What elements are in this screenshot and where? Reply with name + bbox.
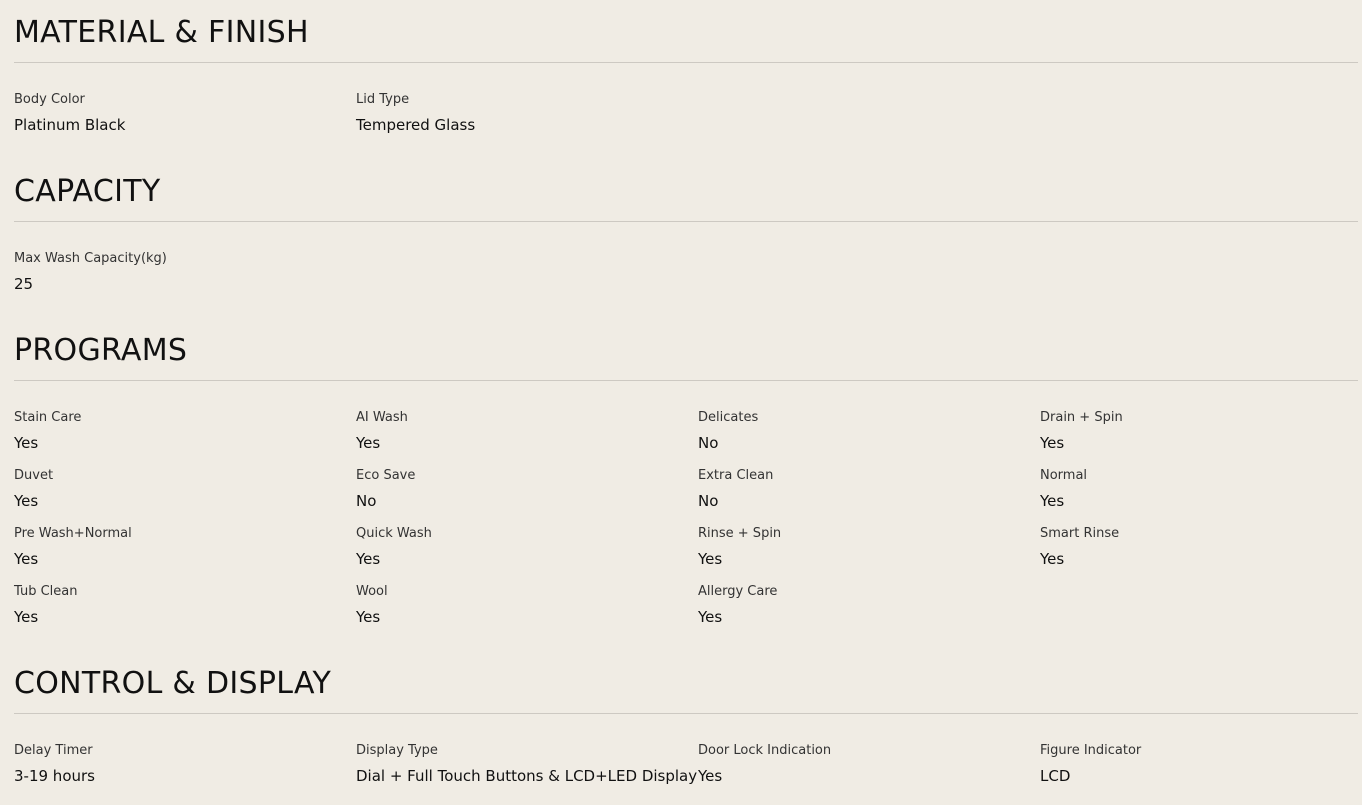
spec-drain-spin: Drain + Spin Yes: [1040, 408, 1358, 466]
spec-value: 3-19 hours: [14, 767, 95, 785]
spec-pre-wash-normal: Pre Wash+Normal Yes: [14, 524, 356, 582]
section-title: CONTROL & DISPLAY: [14, 666, 332, 701]
spec-label: Lid Type: [356, 92, 410, 107]
spec-delay-timer: Delay Timer 3-19 hours: [14, 741, 356, 799]
spec-label: Body Color: [14, 92, 85, 107]
spec-value: Tempered Glass: [356, 116, 476, 134]
section-title: PROGRAMS: [14, 333, 188, 368]
spec-duvet: Duvet Yes: [14, 466, 356, 524]
spec-wool: Wool Yes: [356, 582, 698, 640]
spec-value: Yes: [1040, 550, 1065, 568]
spec-label: Wool: [356, 584, 388, 599]
spec-label: Rinse + Spin: [698, 526, 782, 541]
spec-label: Eco Save: [356, 468, 416, 483]
spec-label: Door Lock Indication: [698, 743, 832, 758]
spec-label: Tub Clean: [14, 584, 78, 599]
spec-value: Yes: [698, 608, 723, 626]
spec-grid: Stain Care Yes AI Wash Yes Delicates No …: [14, 408, 1358, 640]
spec-delicates: Delicates No: [698, 408, 1040, 466]
section-divider: [14, 380, 1358, 381]
spec-grid: Delay Timer 3-19 hours Display Type Dial…: [14, 741, 1358, 799]
spec-value: LCD: [1040, 767, 1071, 785]
section-title: CAPACITY: [14, 174, 161, 209]
section-divider: [14, 713, 1358, 714]
section-title: MATERIAL & FINISH: [14, 15, 309, 50]
spec-label: Allergy Care: [698, 584, 778, 599]
spec-value: 25: [14, 275, 34, 293]
spec-quick-wash: Quick Wash Yes: [356, 524, 698, 582]
spec-value: No: [698, 492, 719, 510]
spec-value: Yes: [14, 492, 39, 510]
spec-label: Drain + Spin: [1040, 410, 1123, 425]
section-programs: PROGRAMS Stain Care Yes AI Wash Yes Deli…: [14, 331, 1358, 640]
spec-extra-clean: Extra Clean No: [698, 466, 1040, 524]
spec-rinse-spin: Rinse + Spin Yes: [698, 524, 1040, 582]
spec-lid-type: Lid Type Tempered Glass: [356, 90, 698, 148]
spec-value: Yes: [698, 550, 723, 568]
spec-label: Max Wash Capacity(kg): [14, 251, 167, 266]
spec-label: Delay Timer: [14, 743, 93, 758]
section-material-finish: MATERIAL & FINISH Body Color Platinum Bl…: [14, 13, 1358, 148]
spec-eco-save: Eco Save No: [356, 466, 698, 524]
spec-value: Yes: [356, 608, 381, 626]
spec-value: Dial + Full Touch Buttons & LCD+LED Disp…: [356, 767, 698, 785]
spec-label: Figure Indicator: [1040, 743, 1142, 758]
spec-max-wash-capacity: Max Wash Capacity(kg) 25: [14, 249, 356, 307]
spec-value: Yes: [14, 550, 39, 568]
spec-stain-care: Stain Care Yes: [14, 408, 356, 466]
section-control-display: CONTROL & DISPLAY Delay Timer 3-19 hours…: [14, 664, 1358, 799]
spec-value: Platinum Black: [14, 116, 126, 134]
spec-figure-indicator: Figure Indicator LCD: [1040, 741, 1358, 799]
spec-label: Duvet: [14, 468, 54, 483]
spec-grid: Max Wash Capacity(kg) 25: [14, 249, 1358, 307]
spec-value: Yes: [14, 434, 39, 452]
spec-body-color: Body Color Platinum Black: [14, 90, 356, 148]
spec-display-type: Display Type Dial + Full Touch Buttons &…: [356, 741, 698, 799]
spec-normal: Normal Yes: [1040, 466, 1358, 524]
section-divider: [14, 221, 1358, 222]
spec-value: Yes: [14, 608, 39, 626]
spec-smart-rinse: Smart Rinse Yes: [1040, 524, 1358, 582]
spec-label: Quick Wash: [356, 526, 432, 541]
spec-value: Yes: [356, 550, 381, 568]
spec-label: AI Wash: [356, 410, 408, 425]
spec-value: Yes: [356, 434, 381, 452]
section-capacity: CAPACITY Max Wash Capacity(kg) 25: [14, 172, 1358, 307]
spec-label: Display Type: [356, 743, 438, 758]
spec-label: Smart Rinse: [1040, 526, 1120, 541]
spec-value: No: [356, 492, 377, 510]
spec-label: Extra Clean: [698, 468, 774, 483]
spec-ai-wash: AI Wash Yes: [356, 408, 698, 466]
spec-allergy-care: Allergy Care Yes: [698, 582, 1040, 640]
spec-label: Pre Wash+Normal: [14, 526, 132, 541]
spec-grid: Body Color Platinum Black Lid Type Tempe…: [14, 90, 1358, 148]
section-divider: [14, 62, 1358, 63]
spec-label: Normal: [1040, 468, 1088, 483]
spec-label: Stain Care: [14, 410, 82, 425]
spec-label: Delicates: [698, 410, 759, 425]
spec-value: No: [698, 434, 719, 452]
spec-tub-clean: Tub Clean Yes: [14, 582, 356, 640]
spec-door-lock-indication: Door Lock Indication Yes: [698, 741, 1040, 799]
spec-value: Yes: [1040, 492, 1065, 510]
spec-value: Yes: [698, 767, 723, 785]
spec-value: Yes: [1040, 434, 1065, 452]
